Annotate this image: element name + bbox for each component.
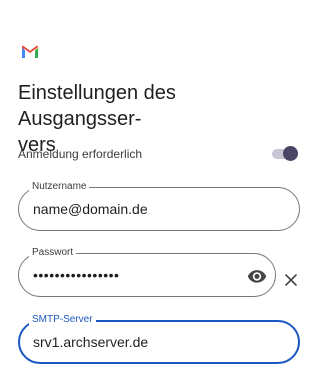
smtp-server-label: SMTP-Server: [29, 314, 96, 326]
toggle-thumb: [283, 146, 298, 161]
username-input[interactable]: name@domain.de: [33, 200, 263, 218]
smtp-server-input[interactable]: srv1.archserver.de: [33, 333, 263, 351]
login-required-row: Anmeldung erforderlich: [18, 142, 302, 166]
gmail-logo-icon: [22, 45, 38, 58]
close-icon[interactable]: [283, 272, 299, 288]
username-field[interactable]: Nutzername name@domain.de: [18, 181, 300, 231]
username-label: Nutzername: [29, 181, 90, 193]
password-field[interactable]: Passwort ••••••••••••••••: [18, 247, 276, 297]
login-required-label: Anmeldung erforderlich: [18, 147, 143, 161]
login-required-toggle[interactable]: [272, 146, 298, 162]
password-input[interactable]: ••••••••••••••••: [33, 266, 263, 284]
eye-icon[interactable]: [247, 266, 267, 286]
smtp-server-field[interactable]: SMTP-Server srv1.archserver.de: [18, 314, 300, 364]
password-label: Passwort: [29, 247, 77, 259]
